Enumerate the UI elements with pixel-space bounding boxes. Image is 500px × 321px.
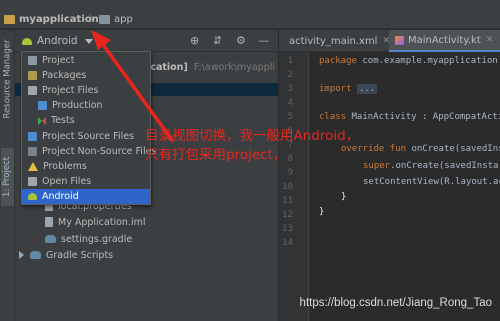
breadcrumb-project[interactable]: myapplication bbox=[4, 12, 99, 26]
line-number: 13 bbox=[282, 224, 293, 234]
line-number: 5 bbox=[287, 112, 293, 122]
close-icon[interactable]: ✕ bbox=[486, 35, 494, 45]
watermark: https://blog.csdn.net/Jiang_Rong_Tao bbox=[299, 297, 492, 309]
code-line: class MainActivity : AppCompatActi bbox=[319, 112, 500, 122]
gradle-icon bbox=[30, 251, 41, 259]
warning-icon bbox=[28, 162, 38, 171]
non-source-files-icon bbox=[28, 147, 37, 156]
chevron-right-icon[interactable] bbox=[19, 251, 24, 259]
menu-item-project-non-source-files[interactable]: Project Non-Source Files bbox=[22, 144, 156, 159]
menu-item-production[interactable]: Production bbox=[22, 98, 150, 113]
open-files-icon bbox=[28, 177, 37, 186]
code-line: package com.example.myapplication bbox=[319, 56, 498, 66]
production-icon bbox=[38, 101, 47, 110]
hide-icon[interactable]: — bbox=[258, 35, 269, 46]
breadcrumb-separator: 〉 bbox=[89, 15, 99, 25]
menu-item-open-files[interactable]: Open Files bbox=[22, 174, 150, 189]
project-tool-tab[interactable]: 1: Project bbox=[1, 148, 14, 206]
line-number: 2 bbox=[287, 70, 293, 80]
folder-icon bbox=[99, 14, 110, 24]
resource-manager-tab[interactable]: Resource Manager bbox=[1, 36, 14, 122]
line-number: 14 bbox=[282, 238, 293, 248]
file-icon bbox=[45, 217, 53, 227]
code-line: } bbox=[341, 192, 347, 202]
locate-icon[interactable]: ⊕ bbox=[190, 35, 199, 46]
menu-item-android[interactable]: Android bbox=[22, 189, 150, 204]
breadcrumb-module-label: app bbox=[114, 13, 133, 25]
tests-icon bbox=[38, 116, 46, 125]
tab-activity-main-xml[interactable]: activity_main.xml ✕ bbox=[279, 30, 390, 52]
menu-item-project-source-files[interactable]: Project Source Files bbox=[22, 129, 150, 144]
menu-item-packages[interactable]: Packages bbox=[22, 68, 150, 83]
navigation-bar: myapplication 〉 app bbox=[0, 9, 500, 29]
line-number: 12 bbox=[282, 210, 293, 220]
view-selector-label: Android bbox=[37, 35, 78, 47]
android-icon bbox=[28, 193, 37, 200]
line-number: 3 bbox=[287, 84, 293, 94]
menu-item-project[interactable]: Project bbox=[22, 53, 150, 68]
tree-row[interactable]: Gradle Scripts bbox=[19, 248, 113, 262]
folded-imports[interactable]: ... bbox=[356, 84, 378, 94]
menu-item-problems[interactable]: Problems bbox=[22, 159, 150, 174]
collapse-all-icon[interactable]: ⇵ bbox=[213, 35, 222, 46]
gradle-icon bbox=[45, 235, 56, 243]
package-icon bbox=[28, 71, 37, 80]
folder-icon bbox=[28, 86, 37, 95]
tree-row[interactable]: settings.gradle bbox=[45, 232, 132, 246]
chevron-down-icon bbox=[84, 38, 93, 44]
menu-bar bbox=[0, 0, 500, 9]
left-tool-strip: Resource Manager 1: Project bbox=[0, 30, 15, 321]
line-number: 10 bbox=[282, 182, 293, 192]
breadcrumb-module[interactable]: app bbox=[99, 12, 133, 26]
annotation-line-1: 目录视图切换，我一般用Android， bbox=[145, 128, 360, 144]
line-number: 4 bbox=[287, 98, 293, 108]
breadcrumb-project-label: myapplication bbox=[19, 13, 99, 25]
line-number: 11 bbox=[282, 196, 293, 206]
kotlin-file-icon bbox=[395, 35, 404, 45]
code-line: setContentView(R.layout.ac bbox=[363, 177, 500, 187]
editor-gutter: 1 2 3 4 5 6 7 8 9 10 11 12 13 14 bbox=[279, 52, 309, 321]
android-icon bbox=[22, 37, 32, 45]
tree-row-module[interactable]: plication] F:\awork\myappli bbox=[137, 60, 275, 74]
code-line: import ... bbox=[319, 84, 378, 94]
code-line: } bbox=[319, 207, 325, 217]
folder-icon bbox=[4, 14, 15, 24]
tree-row[interactable]: My Application.iml bbox=[45, 215, 145, 229]
editor-tab-bar: activity_main.xml ✕ MainActivity.kt ✕ bbox=[279, 30, 500, 52]
menu-item-tests[interactable]: Tests bbox=[22, 113, 150, 128]
annotation-text: 目录视图切换，我一般用Android， 只有打包采用project， bbox=[145, 127, 395, 165]
project-panel-header: Android ⊕ ⇵ ⚙ — bbox=[15, 30, 278, 52]
view-selector-menu: Project Packages Project Files Productio… bbox=[21, 51, 156, 205]
annotation-line-2: 只有打包采用project， bbox=[145, 147, 287, 163]
view-selector-dropdown[interactable]: Android bbox=[22, 34, 93, 48]
line-number: 1 bbox=[287, 56, 293, 66]
source-files-icon bbox=[28, 132, 37, 141]
line-number: 9 bbox=[287, 168, 293, 178]
tab-main-activity-kt[interactable]: MainActivity.kt ✕ bbox=[389, 30, 500, 52]
gear-icon[interactable]: ⚙ bbox=[236, 35, 246, 46]
code-editor[interactable]: package com.example.myapplication import… bbox=[309, 52, 500, 321]
project-icon bbox=[28, 56, 37, 65]
menu-item-project-files[interactable]: Project Files bbox=[22, 83, 150, 98]
